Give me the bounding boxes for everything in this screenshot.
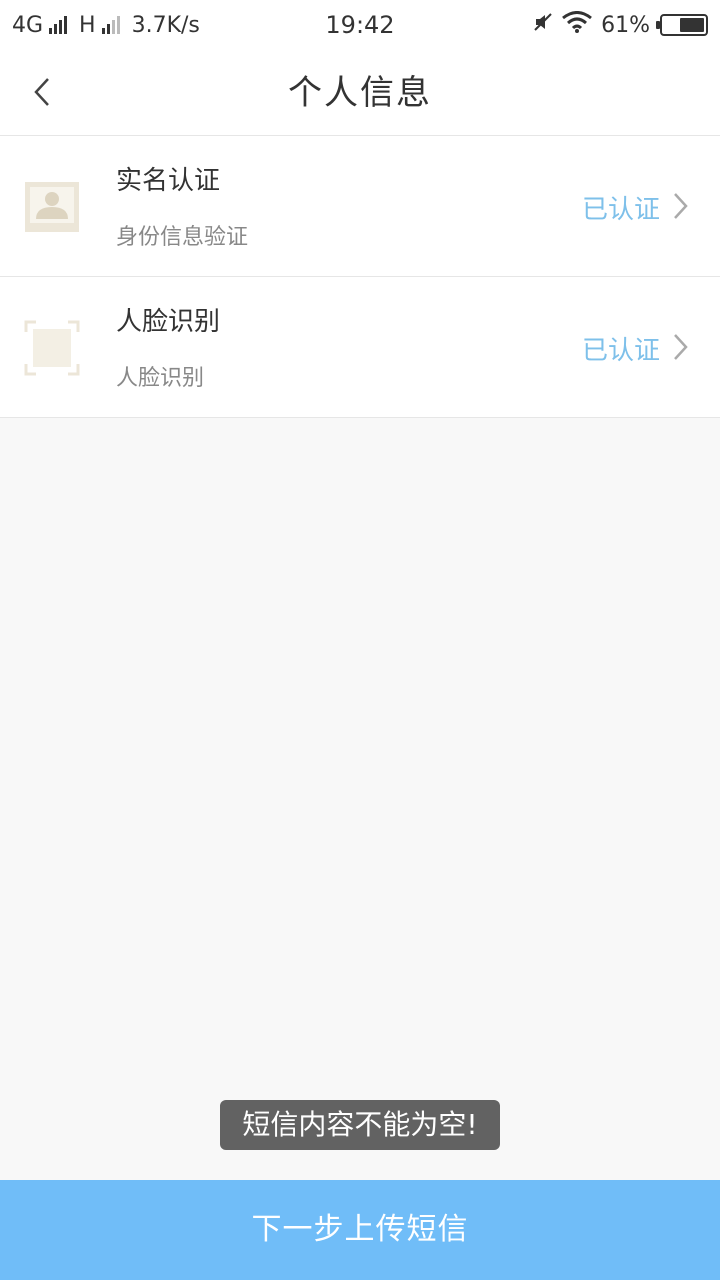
item-subtitle: 人脸识别 [116, 366, 205, 391]
status-bar-left: 4G H 3.7K/s [12, 13, 312, 38]
status-badge: 已认证 [581, 336, 660, 366]
toast-message: 短信内容不能为空! [220, 1100, 500, 1150]
network-h-label: H [79, 12, 96, 38]
verification-list: 实名认证 身份信息验证 已认证 人脸识别 人脸识别 已认证 [0, 136, 720, 418]
nav-bar: 个人信息 [0, 50, 720, 136]
list-item-real-name[interactable]: 实名认证 身份信息验证 已认证 [0, 136, 720, 277]
item-subtitle: 身份信息验证 [116, 225, 249, 250]
network-4g-label: 4G [12, 12, 44, 38]
item-title: 实名认证 [116, 166, 221, 196]
status-bar: 4G H 3.7K/s 19:42 61% [0, 0, 720, 50]
id-card-icon [24, 179, 80, 235]
status-bar-right: 61% [408, 11, 708, 39]
face-scan-icon [24, 320, 80, 376]
mute-icon [533, 12, 553, 38]
battery-icon [656, 14, 708, 36]
back-button[interactable] [20, 70, 64, 114]
item-title: 人脸识别 [116, 307, 221, 337]
list-item-face-recognition[interactable]: 人脸识别 人脸识别 已认证 [0, 277, 720, 418]
status-time: 19:42 [325, 11, 395, 39]
signal-strength-icon [49, 16, 68, 34]
signal-strength-secondary-icon [101, 16, 120, 34]
back-arrow-icon [34, 78, 49, 106]
next-upload-sms-button[interactable]: 下一步上传短信 [0, 1180, 720, 1280]
page-title: 个人信息 [288, 73, 432, 113]
wifi-icon [561, 11, 593, 39]
network-speed: 3.7K/s [131, 12, 200, 38]
status-badge: 已认证 [581, 195, 660, 225]
chevron-right-icon [670, 332, 690, 362]
chevron-right-icon [670, 191, 690, 221]
battery-percent: 61% [601, 12, 650, 38]
